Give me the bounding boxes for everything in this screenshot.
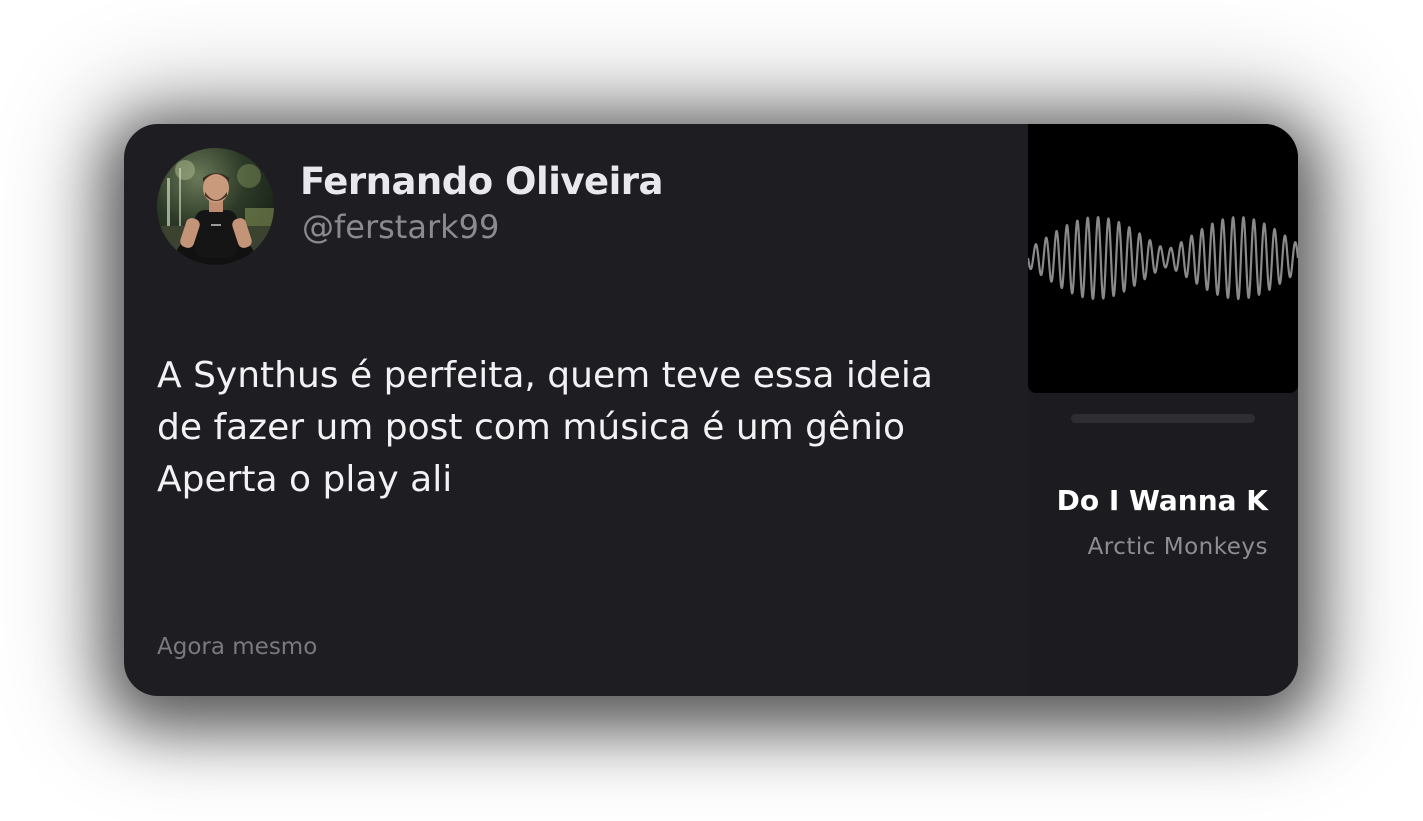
sound-wave-icon [1028,216,1298,301]
timestamp: Agora mesmo [157,634,318,660]
sound-wave-path [1028,216,1298,301]
post-card: Fernando Oliveira @ferstark99 A Synthus … [124,124,1298,696]
music-player: Do I Wanna K Arctic Monkeys [1028,124,1298,696]
post-text: A Synthus é perfeita, quem teve essa ide… [157,350,1017,506]
song-title[interactable]: Do I Wanna K [1057,484,1268,517]
post-content: Fernando Oliveira @ferstark99 A Synthus … [124,124,1028,696]
album-art[interactable] [1028,124,1298,393]
author-handle[interactable]: @ferstark99 [302,208,499,246]
post-text-line: Aperta o play ali [157,459,453,500]
post-text-line: A Synthus é perfeita, quem teve essa ide… [157,355,933,396]
author-name[interactable]: Fernando Oliveira [300,160,663,203]
stage: Fernando Oliveira @ferstark99 A Synthus … [0,0,1423,821]
progress-bar[interactable] [1071,414,1255,423]
user-avatar-photo-icon [157,148,274,265]
song-artist[interactable]: Arctic Monkeys [1088,534,1268,560]
avatar[interactable] [157,148,274,265]
post-text-line: de fazer um post com música é um gênio [157,407,906,448]
